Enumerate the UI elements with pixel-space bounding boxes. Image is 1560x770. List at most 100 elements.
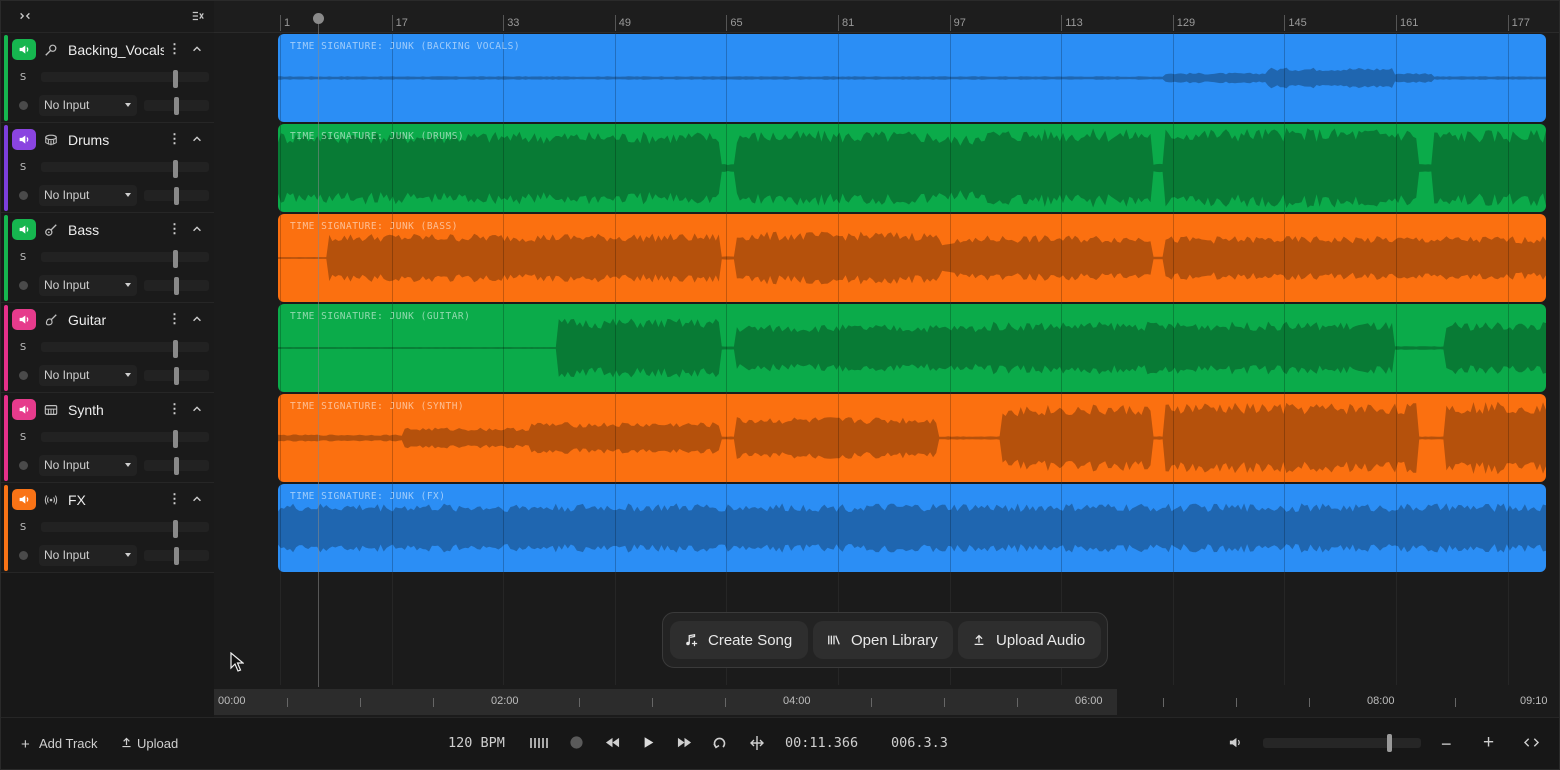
track-pan-slider[interactable] xyxy=(144,97,209,115)
time-overview-bar[interactable]: 00:00 02:00 04:00 06:00 08:00 09:10 xyxy=(214,689,1559,715)
track-pan-thumb[interactable] xyxy=(174,547,179,565)
more-options-icon[interactable]: ⋮ xyxy=(168,401,181,417)
chevron-up-icon[interactable] xyxy=(191,402,205,416)
upload-audio-button[interactable]: Upload Audio xyxy=(958,621,1101,659)
audio-clip[interactable]: TIME SIGNATURE: JUNK (DRUMS) xyxy=(278,124,1546,212)
audio-clip[interactable]: TIME SIGNATURE: JUNK (GUITAR) xyxy=(278,304,1546,392)
more-options-icon[interactable]: ⋮ xyxy=(168,131,181,147)
solo-button[interactable]: S xyxy=(16,521,30,535)
upload-icon[interactable] xyxy=(120,736,133,754)
track-volume-thumb[interactable] xyxy=(173,340,178,358)
mute-button[interactable] xyxy=(12,309,36,330)
more-options-icon[interactable]: ⋮ xyxy=(168,41,181,57)
metronome-icon[interactable] xyxy=(529,735,549,756)
input-select[interactable]: No Input xyxy=(39,185,137,206)
track-pan-thumb[interactable] xyxy=(174,187,179,205)
track-pan-slider[interactable] xyxy=(144,547,209,565)
track-volume-thumb[interactable] xyxy=(173,70,178,88)
track-name[interactable]: FX xyxy=(68,492,164,508)
master-volume-thumb[interactable] xyxy=(1387,734,1392,752)
track-name[interactable]: Drums xyxy=(68,132,164,148)
fit-width-icon[interactable] xyxy=(1523,735,1540,755)
expand-icon[interactable] xyxy=(17,9,33,25)
more-options-icon[interactable]: ⋮ xyxy=(168,311,181,327)
open-library-button[interactable]: Open Library xyxy=(813,621,953,659)
rewind-icon[interactable] xyxy=(604,735,621,755)
bar-position-display[interactable]: 006.3.3 xyxy=(891,735,948,751)
audio-clip[interactable]: TIME SIGNATURE: JUNK (SYNTH) xyxy=(278,394,1546,482)
upload-button[interactable]: Upload xyxy=(137,736,178,751)
track-header[interactable]: Bass ⋮ S No Input xyxy=(1,213,214,303)
track-header[interactable]: FX ⋮ S No Input xyxy=(1,483,214,573)
audio-clip[interactable]: TIME SIGNATURE: JUNK (FX) xyxy=(278,484,1546,572)
chevron-up-icon[interactable] xyxy=(191,492,205,506)
zoom-out-icon[interactable]: − xyxy=(1441,734,1452,755)
input-select[interactable]: No Input xyxy=(39,365,137,386)
mute-button[interactable] xyxy=(12,129,36,150)
record-arm-button[interactable] xyxy=(19,281,28,290)
input-select[interactable]: No Input xyxy=(39,275,137,296)
track-volume-slider[interactable] xyxy=(41,160,209,178)
chevron-up-icon[interactable] xyxy=(191,222,205,236)
chevron-up-icon[interactable] xyxy=(191,42,205,56)
track-pan-slider[interactable] xyxy=(144,277,209,295)
solo-button[interactable]: S xyxy=(16,341,30,355)
track-name[interactable]: Backing_Vocals xyxy=(68,42,164,58)
track-name[interactable]: Synth xyxy=(68,402,164,418)
bar-ruler[interactable]: 1 17 33 49 65 81 97 113 129 145 161 177 xyxy=(214,1,1559,33)
chevron-up-icon[interactable] xyxy=(191,312,205,326)
playhead-handle[interactable] xyxy=(313,13,324,24)
track-pan-thumb[interactable] xyxy=(174,367,179,385)
create-song-button[interactable]: Create Song xyxy=(670,621,808,659)
input-select[interactable]: No Input xyxy=(39,95,137,116)
record-icon[interactable] xyxy=(569,735,584,755)
input-select[interactable]: No Input xyxy=(39,455,137,476)
solo-button[interactable]: S xyxy=(16,251,30,265)
track-pan-thumb[interactable] xyxy=(174,97,179,115)
time-display[interactable]: 00:11.366 xyxy=(785,735,858,751)
record-arm-button[interactable] xyxy=(19,371,28,380)
master-volume-slider[interactable] xyxy=(1263,734,1421,752)
master-volume-track[interactable] xyxy=(1263,738,1421,748)
track-volume-track[interactable] xyxy=(41,72,209,82)
track-name[interactable]: Bass xyxy=(68,222,164,238)
mute-button[interactable] xyxy=(12,489,36,510)
track-pan-thumb[interactable] xyxy=(174,277,179,295)
track-volume-track[interactable] xyxy=(41,522,209,532)
add-track-label[interactable]: Add Track xyxy=(39,736,98,751)
more-options-icon[interactable]: ⋮ xyxy=(168,491,181,507)
track-pan-thumb[interactable] xyxy=(174,457,179,475)
arrangement-timeline[interactable]: 1 17 33 49 65 81 97 113 129 145 161 177 TIME SIGNAT… xyxy=(214,1,1559,717)
solo-button[interactable]: S xyxy=(16,161,30,175)
track-volume-thumb[interactable] xyxy=(173,250,178,268)
solo-button[interactable]: S xyxy=(16,431,30,445)
track-header[interactable]: Synth ⋮ S No Input xyxy=(1,393,214,483)
mute-button[interactable] xyxy=(12,399,36,420)
track-header[interactable]: Drums ⋮ S No Input xyxy=(1,123,214,213)
track-volume-thumb[interactable] xyxy=(173,160,178,178)
volume-icon[interactable] xyxy=(1228,735,1243,755)
record-arm-button[interactable] xyxy=(19,461,28,470)
track-volume-slider[interactable] xyxy=(41,520,209,538)
track-volume-track[interactable] xyxy=(41,252,209,262)
track-volume-track[interactable] xyxy=(41,432,209,442)
record-arm-button[interactable] xyxy=(19,191,28,200)
loop-icon[interactable] xyxy=(712,735,728,756)
mute-button[interactable] xyxy=(12,219,36,240)
track-pan-slider[interactable] xyxy=(144,457,209,475)
time-overview-visible-range[interactable] xyxy=(214,689,1117,715)
track-name[interactable]: Guitar xyxy=(68,312,164,328)
input-select[interactable]: No Input xyxy=(39,545,137,566)
track-volume-slider[interactable] xyxy=(41,70,209,88)
record-arm-button[interactable] xyxy=(19,551,28,560)
solo-button[interactable]: S xyxy=(16,71,30,85)
track-volume-thumb[interactable] xyxy=(173,520,178,538)
track-volume-thumb[interactable] xyxy=(173,430,178,448)
track-volume-track[interactable] xyxy=(41,342,209,352)
snap-icon[interactable] xyxy=(749,735,765,756)
collapse-all-icon[interactable] xyxy=(190,9,206,25)
track-volume-slider[interactable] xyxy=(41,430,209,448)
fast-forward-icon[interactable] xyxy=(676,735,693,755)
audio-clip[interactable]: TIME SIGNATURE: JUNK (BASS) xyxy=(278,214,1546,302)
track-header[interactable]: Backing_Vocals ⋮ S No Input xyxy=(1,33,214,123)
